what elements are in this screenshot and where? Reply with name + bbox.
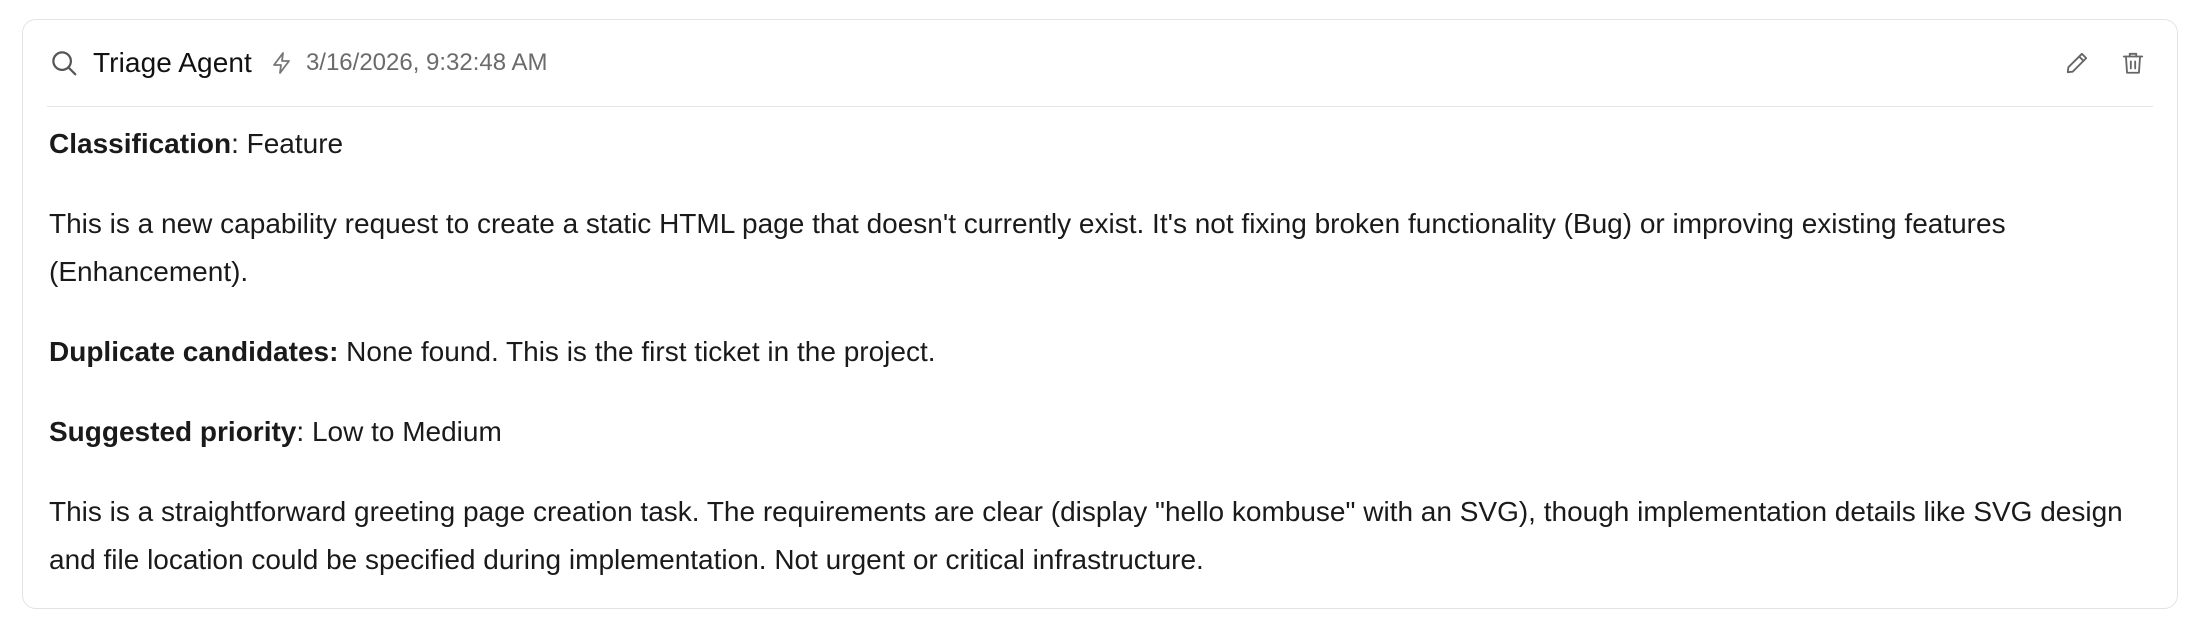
classification-separator: : bbox=[231, 128, 247, 159]
search-icon bbox=[47, 46, 81, 80]
trash-icon bbox=[2120, 50, 2146, 76]
priority-separator: : bbox=[296, 416, 312, 447]
classification-line: Classification: Feature bbox=[49, 120, 2137, 168]
comment-body: Classification: Feature This is a new ca… bbox=[49, 120, 2137, 616]
priority-rationale: This is a straightforward greeting page … bbox=[49, 496, 2123, 575]
classification-label: Classification bbox=[49, 128, 232, 159]
pencil-icon bbox=[2064, 50, 2090, 76]
priority-value: Low to Medium bbox=[311, 416, 502, 447]
classification-rationale: This is a new capability request to crea… bbox=[49, 208, 2006, 287]
agent-title: Triage Agent bbox=[93, 47, 252, 78]
delete-button[interactable] bbox=[2113, 43, 2153, 83]
duplicates-value: None found. This is the first ticket in … bbox=[338, 336, 936, 367]
duplicates-label: Duplicate candidates: bbox=[49, 336, 339, 367]
bolt-icon bbox=[268, 49, 296, 77]
card-header: Triage Agent 3/16/2026, 9:32:48 AM bbox=[47, 20, 2153, 107]
priority-label: Suggested priority bbox=[49, 416, 297, 447]
classification-value: Feature bbox=[246, 128, 344, 159]
comment-card: Triage Agent 3/16/2026, 9:32:48 AM Class… bbox=[22, 19, 2178, 609]
timestamp: 3/16/2026, 9:32:48 AM bbox=[305, 49, 548, 76]
priority-line: Suggested priority: Low to Medium bbox=[49, 408, 2137, 456]
duplicates-line: Duplicate candidates: None found. This i… bbox=[49, 328, 2137, 376]
edit-button[interactable] bbox=[2057, 43, 2097, 83]
